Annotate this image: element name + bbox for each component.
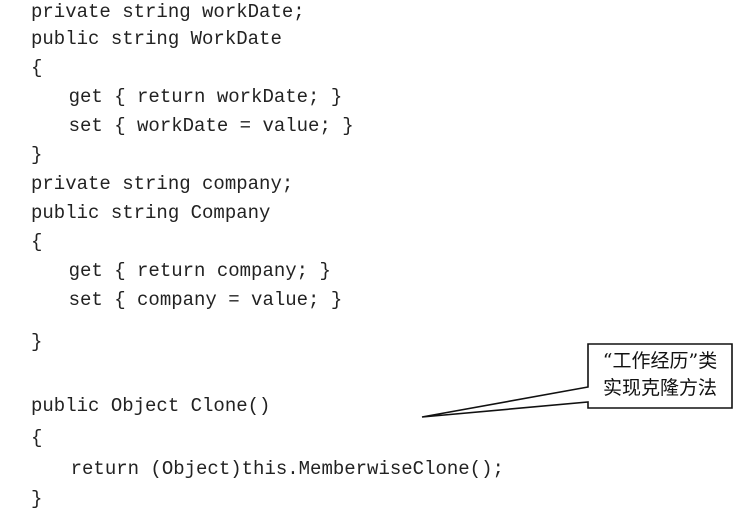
callout-note: “工作经历”类 实现克隆方法 xyxy=(588,346,732,408)
code-line: { xyxy=(31,231,43,253)
code-line: return (Object)this.MemberwiseClone(); xyxy=(25,458,504,480)
callout-line-1: “工作经历”类 xyxy=(602,350,718,372)
code-line: public Object Clone() xyxy=(31,395,271,417)
code-line: { xyxy=(31,427,43,449)
code-line: public string Company xyxy=(31,202,271,224)
code-line: { xyxy=(31,57,43,79)
code-line: public string WorkDate xyxy=(31,28,282,50)
code-line: } xyxy=(31,331,43,353)
code-line: } xyxy=(31,488,43,510)
callout-shape xyxy=(421,343,733,418)
code-line: set { workDate = value; } xyxy=(23,115,354,137)
code-line: private string company; xyxy=(31,173,294,195)
code-line: set { company = value; } xyxy=(23,289,343,311)
callout-line-2: 实现克隆方法 xyxy=(602,377,717,399)
code-line: get { return company; } xyxy=(23,260,331,282)
code-line: get { return workDate; } xyxy=(23,86,343,108)
code-line: private string workDate; xyxy=(31,1,305,23)
code-line: } xyxy=(31,144,43,166)
